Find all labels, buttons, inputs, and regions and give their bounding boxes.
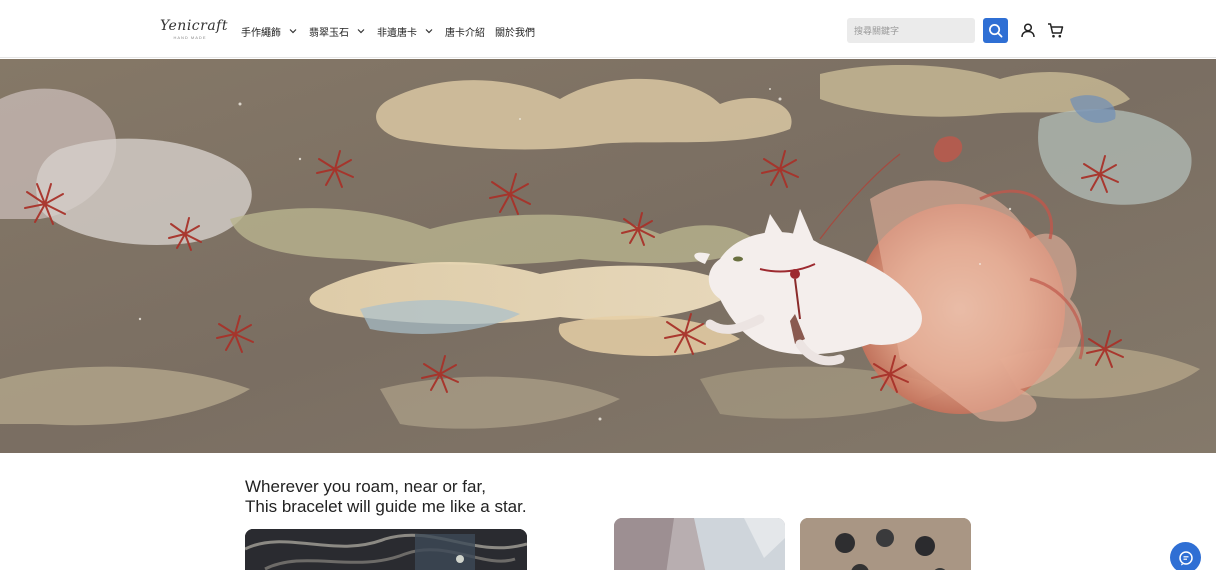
logo-subtitle: HAND MADE xyxy=(173,35,207,40)
nav-item-label: 關於我們 xyxy=(495,27,535,39)
beads-photo xyxy=(800,518,971,570)
search-button[interactable] xyxy=(983,18,1008,43)
tagline-line-2: This bracelet will guide me like a star. xyxy=(245,497,527,516)
site-header: Yenicraft HAND MADE 手作繩飾 翡翠玉石 非遺唐卡 唐卡介紹 … xyxy=(0,0,1216,58)
chat-button[interactable] xyxy=(1170,542,1201,570)
main-nav: 手作繩飾 翡翠玉石 非遺唐卡 唐卡介紹 關於我們 xyxy=(241,22,545,40)
cart-icon xyxy=(1047,22,1063,37)
nav-item-label: 手作繩飾 xyxy=(241,27,281,39)
product-card-model[interactable] xyxy=(614,518,785,570)
nav-item-handmade-cords[interactable]: 手作繩飾 xyxy=(241,24,299,39)
model-photo xyxy=(614,518,785,570)
hero-banner[interactable] xyxy=(0,59,1216,453)
user-icon xyxy=(1021,23,1035,38)
nav-item-label: 翡翠玉石 xyxy=(309,27,349,39)
chevron-down-icon xyxy=(289,29,297,34)
product-card-beads[interactable] xyxy=(800,518,971,570)
tagline-line-1: Wherever you roam, near or far, xyxy=(245,477,486,496)
intro-tagline: Wherever you roam, near or far, This bra… xyxy=(245,477,605,517)
cart-button[interactable] xyxy=(1046,21,1064,39)
hero-illustration xyxy=(0,59,1216,453)
nav-item-thangka[interactable]: 非遺唐卡 xyxy=(377,24,435,39)
search-icon xyxy=(989,24,1003,38)
chevron-down-icon xyxy=(425,29,433,34)
nav-item-thangka-intro[interactable]: 唐卡介紹 xyxy=(445,24,485,39)
chevron-down-icon xyxy=(357,29,365,34)
nav-item-label: 非遺唐卡 xyxy=(377,27,417,39)
account-button[interactable] xyxy=(1019,21,1037,39)
nav-item-jade[interactable]: 翡翠玉石 xyxy=(309,24,367,39)
search-input[interactable] xyxy=(847,18,975,43)
product-card-bracelet[interactable] xyxy=(245,529,527,570)
nav-item-label: 唐卡介紹 xyxy=(445,27,485,39)
chat-icon xyxy=(1178,550,1193,565)
bracelet-photo xyxy=(245,529,527,570)
brand-logo[interactable]: Yenicraft HAND MADE xyxy=(160,18,228,46)
nav-item-about[interactable]: 關於我們 xyxy=(495,24,535,39)
logo-text: Yenicraft xyxy=(160,18,228,34)
